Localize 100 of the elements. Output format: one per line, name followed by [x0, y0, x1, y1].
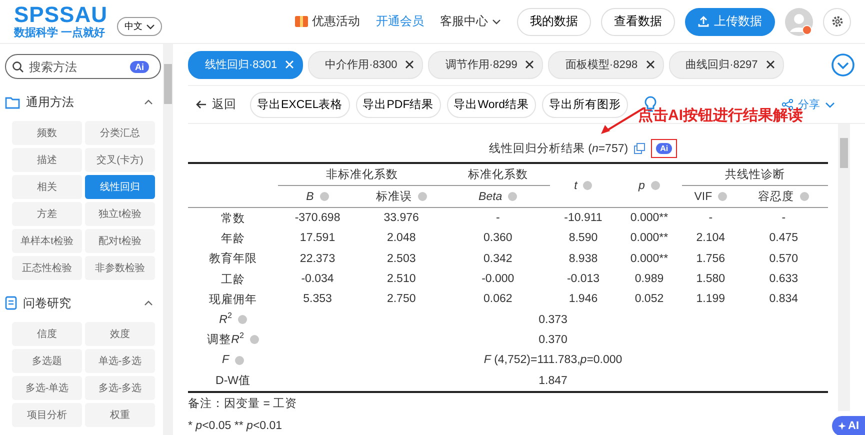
column-header: 标准误 — [376, 190, 412, 204]
table-cell: - — [739, 208, 828, 228]
help-icon[interactable] — [800, 192, 810, 201]
column-header: VIF — [694, 190, 712, 202]
table-title: 线性回归分析结果 (n=757) — [488, 142, 628, 156]
table-cell-text: 1.199 — [695, 292, 726, 308]
table-cell-text: 2.510 — [386, 272, 417, 288]
method-button[interactable]: 多选题 — [12, 349, 82, 373]
method-button[interactable]: 效度 — [85, 322, 155, 346]
table-cell-text: 5.353 — [302, 292, 333, 308]
method-button[interactable]: 线性回归 — [85, 175, 155, 199]
help-icon[interactable] — [650, 181, 660, 190]
table-cell-text: -0.013 — [566, 272, 601, 288]
method-button[interactable]: 交叉(卡方) — [85, 148, 155, 172]
ai-assistant-button[interactable]: AI — [832, 416, 865, 435]
table-cell: - — [682, 208, 740, 228]
upload-icon — [698, 16, 709, 27]
method-button[interactable]: 正态性检验 — [12, 256, 82, 280]
method-button[interactable]: 信度 — [12, 322, 82, 346]
table-note: 备注：因变量 = 工资 — [188, 396, 298, 412]
method-button[interactable]: 描述 — [12, 148, 82, 172]
table-cell: 0.370 — [538, 334, 568, 346]
table-cell-text: -0.000 — [480, 272, 516, 288]
method-button[interactable]: 配对t检验 — [85, 229, 155, 253]
table-cell-text: 1.756 — [695, 252, 726, 267]
promo-link[interactable]: 优惠活动 — [295, 13, 360, 30]
help-icon[interactable] — [250, 335, 259, 344]
table-cell-text: 2.750 — [386, 292, 417, 308]
method-button[interactable]: 多选-单选 — [12, 376, 82, 400]
scrollbar[interactable] — [163, 44, 173, 435]
search-icon — [12, 60, 24, 72]
avatar[interactable] — [785, 8, 813, 36]
method-button[interactable]: 方差 — [12, 202, 82, 226]
column-header: t — [574, 180, 578, 192]
help-icon[interactable] — [583, 181, 592, 190]
close-icon[interactable] — [405, 60, 414, 69]
column-header: 容忍度 — [758, 189, 794, 204]
export-button[interactable]: 导出PDF结果 — [356, 92, 441, 118]
ai-badge[interactable]: Ai — [130, 60, 149, 72]
help-icon[interactable] — [718, 192, 728, 201]
row-header: 年龄 — [220, 232, 246, 247]
tab[interactable]: 调节作用·8299 — [428, 50, 544, 78]
method-button[interactable]: 单样本t检验 — [12, 229, 82, 253]
data-button[interactable]: 我的数据 — [517, 8, 591, 36]
export-button[interactable]: 导出Word结果 — [446, 92, 536, 118]
export-button[interactable]: 导出EXCEL表格 — [250, 92, 350, 118]
method-button[interactable]: 频数 — [12, 121, 82, 145]
back-link[interactable]: 返回 — [196, 96, 236, 113]
row-header: 工龄 — [220, 272, 246, 288]
logo[interactable]: SPSSAU — [14, 4, 108, 26]
chevron-up-icon[interactable] — [144, 300, 153, 306]
upload-button[interactable]: 上传数据 — [685, 8, 775, 36]
method-button[interactable]: 非参数检验 — [85, 256, 155, 280]
table-cell-text: 2.048 — [386, 231, 417, 246]
help-icon[interactable] — [320, 192, 329, 201]
close-icon[interactable] — [646, 60, 655, 69]
tab[interactable]: 面板模型·8298 — [548, 50, 664, 78]
help-icon[interactable] — [508, 192, 518, 201]
method-button[interactable]: 分类汇总 — [85, 121, 155, 145]
table-cell: - — [446, 208, 550, 228]
table-cell-text: 17.591 — [298, 231, 336, 246]
method-button[interactable]: 独立t检验 — [85, 202, 155, 226]
method-button[interactable]: 多选-多选 — [85, 376, 155, 400]
tab[interactable]: 曲线回归·8297 — [668, 50, 784, 78]
ai-badge[interactable]: Ai — [656, 142, 672, 154]
table-cell-text: 0.000** — [629, 252, 670, 267]
sparkle-icon — [838, 422, 846, 430]
method-button[interactable]: 权重 — [85, 403, 155, 427]
scrollbar[interactable] — [838, 124, 850, 411]
help-icon[interactable] — [235, 356, 244, 365]
table-cell-text: 8.590 — [568, 231, 599, 246]
language-select[interactable]: 中文 — [117, 17, 162, 36]
data-button[interactable]: 查看数据 — [601, 8, 675, 36]
close-icon[interactable] — [525, 60, 534, 69]
method-button[interactable]: 相关 — [12, 175, 82, 199]
close-icon[interactable] — [766, 60, 775, 69]
help-icon[interactable] — [418, 192, 427, 201]
table-cell: 1.847 — [538, 374, 568, 387]
gift-icon — [295, 16, 308, 27]
support-menu[interactable]: 客服中心 — [440, 13, 501, 30]
chevron-up-icon[interactable] — [144, 99, 153, 105]
membership-link[interactable]: 开通会员 — [376, 13, 424, 30]
help-icon[interactable] — [238, 315, 247, 324]
tab[interactable]: 中介作用·8300 — [308, 50, 424, 78]
chevron-down-icon — [492, 18, 501, 24]
column-header: B — [306, 190, 314, 202]
settings-button[interactable] — [823, 8, 851, 36]
search-field[interactable]: 搜索方法 Ai — [5, 54, 161, 79]
method-button[interactable]: 项目分析 — [12, 403, 82, 427]
table-cell: 0.000** — [616, 208, 682, 228]
tab[interactable]: 线性回归·8301 — [188, 50, 304, 78]
copy-icon[interactable] — [634, 142, 646, 154]
table-cell-text: 2.503 — [386, 252, 417, 267]
chevron-down-icon — [146, 24, 156, 30]
table-cell-text: 0.633 — [768, 272, 800, 288]
method-button[interactable]: 单选-多选 — [85, 349, 155, 373]
table-cell-text: -0.034 — [300, 272, 335, 288]
column-header: Beta — [478, 190, 502, 202]
export-button[interactable]: 导出所有图形 — [542, 92, 628, 118]
chevron-down-icon[interactable] — [831, 52, 855, 76]
